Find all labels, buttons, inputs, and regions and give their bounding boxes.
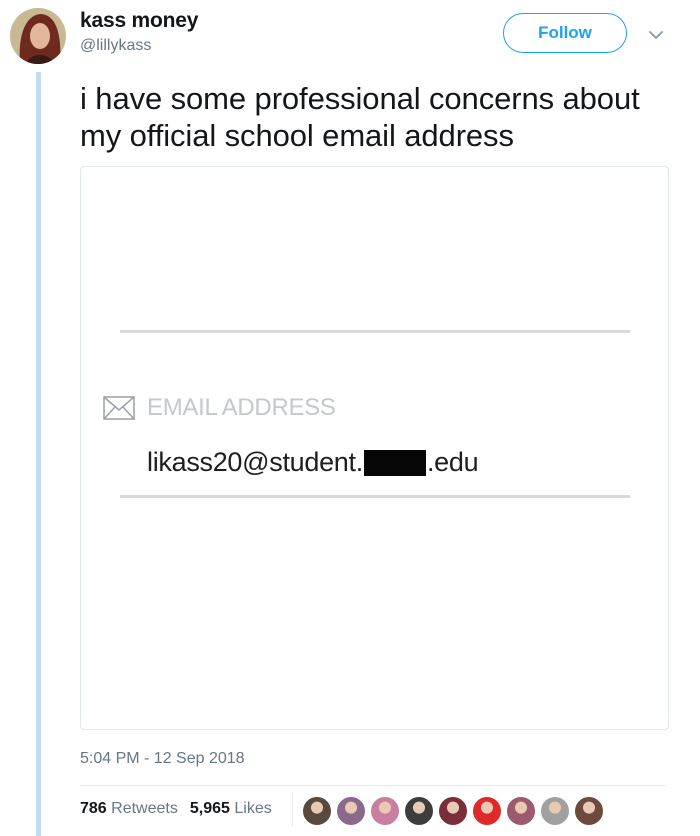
envelope-icon <box>103 396 135 420</box>
display-name[interactable]: kass money <box>80 9 198 33</box>
stats-separator <box>292 793 293 827</box>
liker-avatar-5[interactable] <box>438 796 468 826</box>
user-handle[interactable]: @lillykass <box>80 37 151 55</box>
redaction-bar <box>363 449 426 476</box>
retweets-stat[interactable]: 786 Retweets <box>80 800 178 818</box>
likes-label: Likes <box>234 800 272 817</box>
tweet-media-image[interactable]: EMAIL ADDRESS likass20@student. .edu <box>80 166 669 730</box>
tweet-stats: 786 Retweets 5,965 Likes <box>80 800 272 818</box>
thread-line <box>36 72 41 836</box>
liker-avatar-3[interactable] <box>370 796 400 826</box>
liker-avatar-6[interactable] <box>472 796 502 826</box>
email-suffix: .edu <box>426 447 479 477</box>
likes-stat[interactable]: 5,965 Likes <box>190 800 272 818</box>
liker-avatar-7[interactable] <box>506 796 536 826</box>
tweet-text: i have some professional concerns about … <box>80 81 640 153</box>
retweets-label: Retweets <box>111 800 178 817</box>
email-prefix: likass20@student. <box>147 447 363 477</box>
divider <box>80 785 666 786</box>
liker-avatar-1[interactable] <box>302 796 332 826</box>
liker-avatars <box>302 796 608 826</box>
email-address-value: likass20@student. .edu <box>147 447 479 478</box>
divider <box>120 495 630 498</box>
retweets-count: 786 <box>80 800 107 817</box>
chevron-down-icon[interactable] <box>647 26 665 44</box>
liker-avatar-9[interactable] <box>574 796 604 826</box>
likes-count: 5,965 <box>189 800 230 817</box>
avatar-image <box>10 8 66 64</box>
email-address-label: EMAIL ADDRESS <box>147 394 336 421</box>
avatar[interactable] <box>10 8 66 64</box>
divider <box>120 330 630 333</box>
liker-avatar-2[interactable] <box>336 796 366 826</box>
follow-button[interactable]: Follow <box>503 13 627 53</box>
tweet-timestamp[interactable]: 5:04 PM - 12 Sep 2018 <box>80 750 245 768</box>
liker-avatar-8[interactable] <box>540 796 570 826</box>
liker-avatar-4[interactable] <box>404 796 434 826</box>
